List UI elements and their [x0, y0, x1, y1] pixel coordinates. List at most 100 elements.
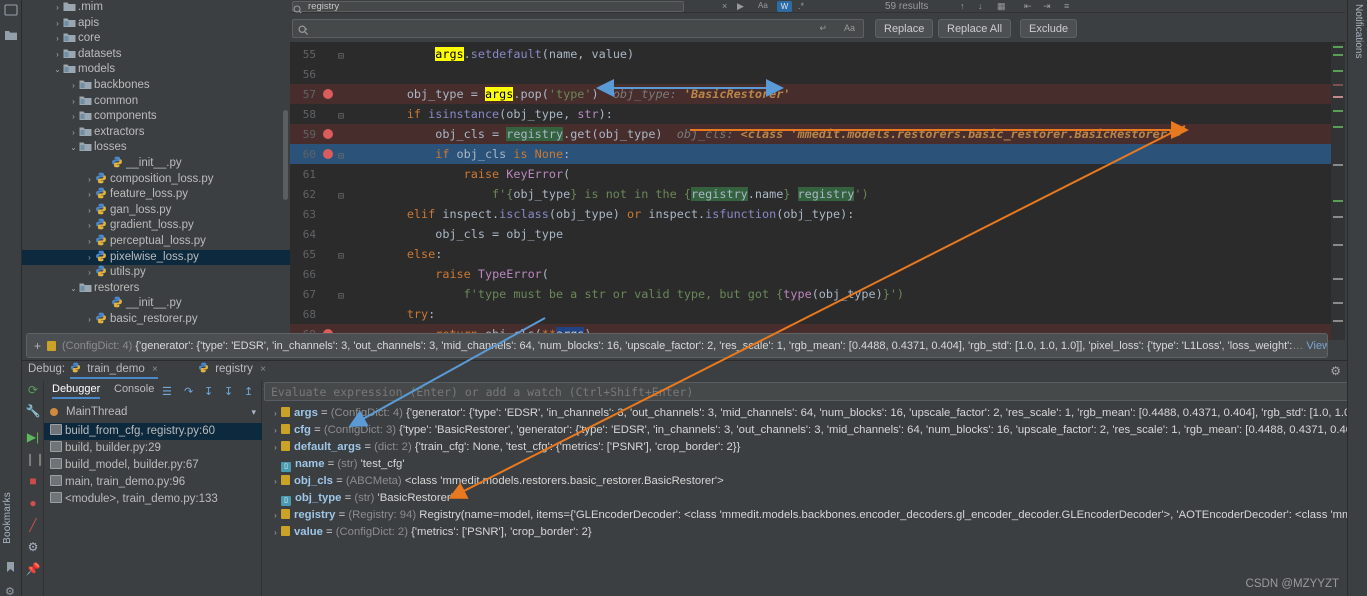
replace-input[interactable]: ↵ Aa — [292, 19, 864, 38]
bookmarks-strip-label[interactable]: Bookmarks — [2, 492, 13, 544]
tree-item[interactable]: › utils.py — [22, 265, 290, 281]
tree-item[interactable]: › gradient_loss.py — [22, 218, 290, 234]
tree-expand-chevron-icon[interactable]: › — [68, 78, 79, 94]
tree-item[interactable]: › pixelwise_loss.py — [22, 249, 290, 266]
tree-expand-chevron-icon[interactable]: ⌄ — [68, 140, 79, 156]
code-line[interactable]: 63 elif inspect.isclass(obj_type) or ins… — [290, 204, 1345, 224]
debug-tab-close-icon-2[interactable]: × — [260, 364, 266, 375]
find-filter-icon[interactable]: ≡ — [1064, 1, 1069, 11]
tree-item[interactable]: › .mim — [22, 0, 290, 16]
frame-item[interactable]: build_from_cfg, registry.py:60 — [44, 423, 262, 440]
code-line[interactable]: 58 ⊟ if isinstance(obj_type, str): — [290, 104, 1345, 124]
frames-list[interactable]: build_from_cfg, registry.py:60 build, bui… — [44, 423, 262, 508]
tree-item[interactable]: › gan_loss.py — [22, 203, 290, 219]
variable-expand-chevron-icon[interactable]: › — [270, 507, 281, 524]
project-tree-list[interactable]: › .mim › apis › core › datasets ⌄ models › backbone… — [22, 0, 290, 327]
thread-selector[interactable]: MainThread ▾ — [44, 403, 262, 421]
popup-view-link[interactable]: View — [1306, 340, 1327, 352]
tree-item[interactable]: › backbones — [22, 78, 290, 94]
frame-item[interactable]: <module>, train_demo.py:133 — [44, 491, 262, 508]
stop-icon[interactable]: ■ — [25, 473, 41, 489]
layout-settings-icon[interactable]: ☰ — [162, 385, 172, 398]
rerun-icon[interactable]: ⟳ — [25, 382, 41, 398]
tree-expand-chevron-icon[interactable]: › — [84, 172, 95, 188]
project-tool-icon[interactable] — [4, 3, 18, 17]
breakpoint-icon[interactable] — [323, 149, 333, 159]
tree-item[interactable]: __init__.py — [22, 296, 290, 312]
tree-item[interactable]: ⌄ restorers — [22, 281, 290, 297]
tree-expand-chevron-icon[interactable]: › — [84, 218, 95, 234]
tree-expand-chevron-icon[interactable]: › — [84, 187, 95, 203]
variable-row[interactable]: › default_args = (dict: 2) {'train_cfg': … — [262, 439, 1367, 456]
regex-icon[interactable]: .* — [798, 1, 804, 11]
replace-preserve-case-icon[interactable]: ↵ — [819, 23, 827, 34]
gear-icon[interactable]: ⚙ — [1330, 364, 1341, 378]
editor-marker-bar[interactable] — [1331, 44, 1345, 340]
tree-expand-chevron-icon[interactable]: › — [84, 234, 95, 250]
tree-expand-chevron-icon[interactable]: ⌄ — [52, 62, 63, 78]
tree-expand-chevron-icon[interactable]: › — [68, 109, 79, 125]
code-line[interactable]: 57 obj_type = args.pop('type') obj_type:… — [290, 84, 1345, 104]
variable-row[interactable]: › cfg = (ConfigDict: 3) {'type': 'BasicRe… — [262, 422, 1367, 439]
tree-expand-chevron-icon[interactable]: ⌄ — [68, 281, 79, 297]
tree-item[interactable]: __init__.py — [22, 156, 290, 172]
mute-breakpoints-icon[interactable]: ╱ — [25, 517, 41, 533]
debug-tab-close-icon[interactable]: × — [152, 364, 158, 375]
breakpoint-icon[interactable] — [323, 129, 333, 139]
debug-tab-registry[interactable]: registry × — [198, 362, 266, 375]
frame-item[interactable]: build, builder.py:29 — [44, 440, 262, 457]
match-case-icon[interactable]: Aa — [758, 1, 768, 10]
debugger-settings-icon[interactable]: ⚙ — [25, 539, 41, 555]
variable-row[interactable]: › value = (ConfigDict: 2) {'metrics': ['P… — [262, 524, 1367, 541]
tree-expand-chevron-icon[interactable]: › — [84, 265, 95, 281]
variable-row[interactable]: ▯ name = (str) 'test_cfg' — [262, 456, 1367, 473]
frame-item[interactable]: build_model, builder.py:67 — [44, 457, 262, 474]
tab-debugger[interactable]: Debugger — [52, 383, 101, 399]
code-line[interactable]: 59 obj_cls = registry.get(obj_type) obj_… — [290, 124, 1345, 144]
exclude-button[interactable]: Exclude — [1020, 19, 1078, 38]
variable-expand-chevron-icon[interactable]: › — [270, 422, 281, 439]
tab-console[interactable]: Console — [114, 383, 154, 395]
tree-expand-chevron-icon[interactable]: › — [68, 125, 79, 141]
tree-item[interactable]: › basic_restorer.py — [22, 312, 290, 328]
replace-all-button[interactable]: Replace All — [938, 19, 1012, 38]
step-over-icon[interactable]: ↷ — [184, 385, 193, 398]
value-inspect-popup[interactable]: + (ConfigDict: 4) {'generator': {'type':… — [26, 333, 1328, 358]
step-into-icon[interactable]: ↧ — [204, 385, 213, 398]
variables-list[interactable]: › args = (ConfigDict: 4) {'generator': {'… — [262, 405, 1367, 541]
pin-tab-icon[interactable]: 📌 — [25, 561, 41, 577]
find-pin-icon[interactable]: ▶ — [737, 1, 744, 12]
code-line[interactable]: 65 ⊟ else: — [290, 244, 1345, 264]
folder-tool-icon[interactable] — [4, 28, 18, 42]
tree-expand-chevron-icon[interactable]: › — [84, 203, 95, 219]
code-line[interactable]: 55 ⊟ args.setdefault(name, value) — [290, 44, 1345, 64]
variable-expand-chevron-icon[interactable]: › — [270, 524, 281, 541]
tree-item[interactable]: › perceptual_loss.py — [22, 234, 290, 250]
bookmark-flag-icon[interactable] — [5, 560, 19, 574]
variable-expand-chevron-icon[interactable]: › — [270, 473, 281, 490]
find-scope-icon[interactable]: ⇤ — [1024, 1, 1032, 12]
tree-expand-chevron-icon[interactable]: › — [84, 312, 95, 328]
chevron-down-icon[interactable]: ▾ — [251, 403, 256, 421]
find-scope2-icon[interactable]: ⇥ — [1043, 1, 1051, 12]
tree-item[interactable]: › common — [22, 94, 290, 110]
find-in-files-icon[interactable]: ▦ — [997, 1, 1006, 12]
code-line[interactable]: 68 try: — [290, 304, 1345, 324]
code-line[interactable]: 66 raise TypeError( — [290, 264, 1345, 284]
settings-wrench-icon[interactable]: 🔧 — [25, 403, 41, 419]
replace-button[interactable]: Replace — [875, 19, 934, 38]
code-line[interactable]: 60 ⊟ if obj_cls is None: — [290, 144, 1345, 164]
variable-expand-chevron-icon[interactable]: › — [270, 405, 281, 422]
add-watch-icon[interactable]: + — [34, 334, 41, 357]
replace-match-case-icon[interactable]: Aa — [844, 23, 855, 33]
tree-expand-chevron-icon[interactable]: › — [52, 16, 63, 32]
resume-program-icon[interactable]: ▶| — [25, 429, 41, 445]
tree-item[interactable]: › components — [22, 109, 290, 125]
more-tools-icon[interactable]: ⚙ — [5, 585, 19, 596]
tree-item[interactable]: ⌄ models — [22, 62, 290, 78]
tree-item[interactable]: › datasets — [22, 47, 290, 63]
tree-expand-chevron-icon[interactable]: › — [52, 31, 63, 47]
force-step-into-icon[interactable]: ↧ — [224, 385, 233, 398]
notifications-strip-label[interactable]: Notifications — [1353, 4, 1364, 58]
find-prev-icon[interactable]: ↑ — [960, 1, 965, 11]
